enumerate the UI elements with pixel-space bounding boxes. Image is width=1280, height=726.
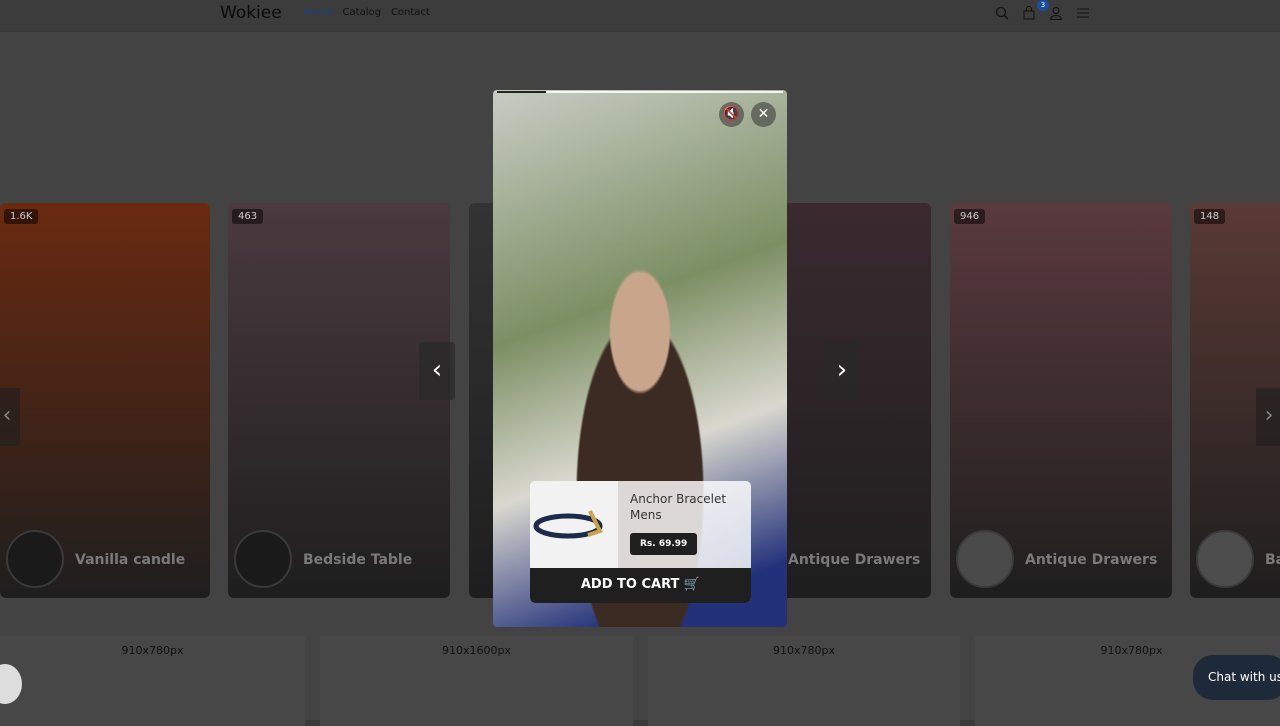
product-thumbnail [956,530,1014,588]
story-card[interactable]: 1.6K Vanilla candle [0,203,210,598]
story-progress-bar [497,91,783,93]
cart-icon: 🛒 [683,577,701,592]
story-prev-button[interactable]: ‹ [419,342,455,400]
search-icon[interactable] [995,5,1009,20]
view-count: 463 [232,209,264,224]
product-image[interactable] [530,481,618,568]
nav-home[interactable]: Home [303,7,333,18]
chat-button[interactable]: Chat with us [1193,655,1280,700]
view-count: 1.6K [4,209,39,224]
view-count: 946 [954,209,986,224]
story-next-button[interactable]: › [824,342,860,400]
card-title: Ba [1265,552,1280,568]
nav-catalog[interactable]: Catalog [343,7,381,18]
carousel-prev-button[interactable]: ‹ [0,388,20,446]
story-card[interactable]: Antique Drawers [770,203,931,598]
card-title: Bedside Table [303,552,413,568]
product-name[interactable]: Anchor Bracelet Mens [630,491,740,523]
cart-count-badge: 3 [1037,0,1049,11]
add-to-cart-label: ADD TO CART [580,577,680,592]
card-title: Antique Drawers [788,552,921,568]
user-icon[interactable] [1049,5,1063,20]
product-thumbnail [234,530,292,588]
product-thumbnail [6,530,64,588]
speaker-muted-icon[interactable]: 🔇 [719,102,744,127]
logo[interactable]: Wokiee [220,3,282,23]
card-title: Vanilla candle [75,552,186,568]
view-count: 148 [1194,209,1226,224]
card-title: Antique Drawers [1025,552,1158,568]
add-to-cart-button[interactable]: ADD TO CART 🛒 [530,568,751,603]
carousel-next-button[interactable]: › [1256,388,1280,446]
main-nav: Home Catalog Contact [303,7,430,18]
story-card[interactable]: 946 Antique Drawers [950,203,1172,598]
close-icon[interactable]: ✕ [751,102,776,127]
image-placeholder: 910x780px [648,636,960,726]
product-thumbnail [1196,530,1254,588]
product-price: Rs. 69.99 [630,533,698,555]
product-card: Anchor Bracelet Mens Rs. 69.99 ADD TO CA… [530,481,751,603]
shopping-bag-icon[interactable] [1022,5,1036,20]
story-card[interactable]: 463 Bedside Table [228,203,450,598]
header: Wokiee Home Catalog Contact 3 [0,0,1280,32]
sliders-icon[interactable] [1076,5,1090,19]
nav-contact[interactable]: Contact [391,7,430,18]
image-placeholder: 910x1600px [320,636,633,726]
image-placeholder: 910x780px [0,636,305,726]
